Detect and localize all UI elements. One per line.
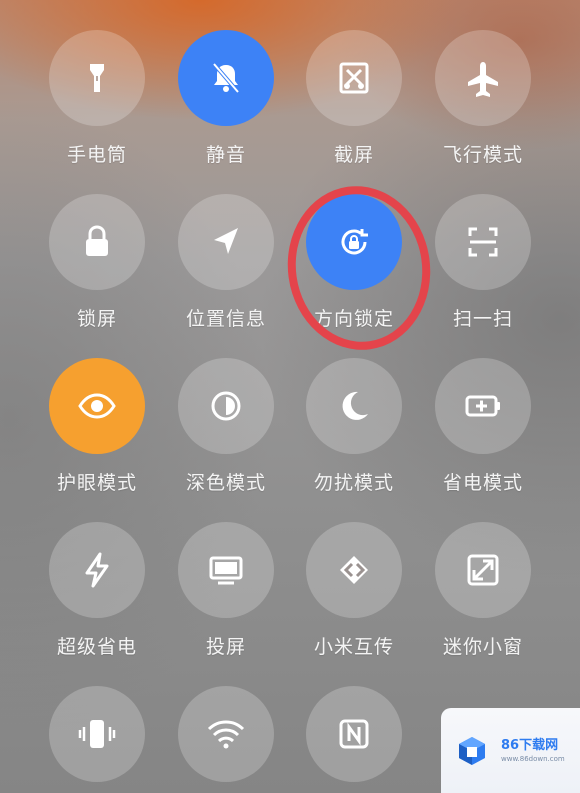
tile-label: 位置信息 [185, 308, 266, 330]
mute-button[interactable] [178, 30, 274, 126]
tile-eye-care[interactable]: 护眼模式 [37, 358, 157, 495]
tile-cast[interactable]: 投屏 [166, 522, 286, 659]
watermark-title: 86下载网 [501, 737, 559, 753]
dnd-button[interactable] [306, 358, 402, 454]
tile-vibrate[interactable] [37, 686, 157, 782]
eye-icon [75, 384, 119, 428]
tile-nfc[interactable] [294, 686, 414, 782]
tile-ultra-saver[interactable]: 超级省电 [37, 522, 157, 659]
tile-label: 扫一扫 [452, 308, 513, 330]
tile-airplane[interactable]: 飞行模式 [423, 30, 543, 167]
contrast-icon [204, 384, 248, 428]
tile-scan[interactable]: 扫一扫 [423, 194, 543, 331]
mi-share-icon [332, 548, 376, 592]
tile-label: 省电模式 [442, 472, 523, 494]
lightning-icon [75, 548, 119, 592]
watermark: 86下载网 www.86down.com [441, 708, 580, 793]
tile-screenshot[interactable]: 截屏 [294, 30, 414, 167]
airplane-icon [461, 56, 505, 100]
tile-location[interactable]: 位置信息 [166, 194, 286, 331]
mini-window-button[interactable] [435, 522, 531, 618]
location-button[interactable] [178, 194, 274, 290]
mini-window-icon [461, 548, 505, 592]
tile-flashlight[interactable]: 手电筒 [37, 30, 157, 167]
tile-dark-mode[interactable]: 深色模式 [166, 358, 286, 495]
location-arrow-icon [204, 220, 248, 264]
tile-battery-saver[interactable]: 省电模式 [423, 358, 543, 495]
tile-mini-window[interactable]: 迷你小窗 [423, 522, 543, 659]
tile-label: 超级省电 [56, 636, 137, 658]
tile-label: 护眼模式 [56, 472, 137, 494]
scan-button[interactable] [435, 194, 531, 290]
nfc-button[interactable] [306, 686, 402, 782]
monitor-icon [204, 548, 248, 592]
lock-screen-button[interactable] [49, 194, 145, 290]
wifi-icon [204, 712, 248, 756]
tile-label: 投屏 [205, 636, 246, 658]
tile-label: 小米互传 [313, 636, 394, 658]
tile-label: 飞行模式 [442, 144, 523, 166]
tile-mi-share[interactable]: 小米互传 [294, 522, 414, 659]
tile-mute[interactable]: 静音 [166, 30, 286, 167]
tile-wifi[interactable] [166, 686, 286, 782]
screenshot-scissors-icon [332, 56, 376, 100]
battery-saver-button[interactable] [435, 358, 531, 454]
wifi-button[interactable] [178, 686, 274, 782]
battery-saver-icon [461, 384, 505, 428]
lock-icon [75, 220, 119, 264]
cast-button[interactable] [178, 522, 274, 618]
tile-label: 锁屏 [76, 308, 117, 330]
flashlight-button[interactable] [49, 30, 145, 126]
airplane-button[interactable] [435, 30, 531, 126]
cube-logo-icon [455, 734, 489, 768]
scan-icon [461, 220, 505, 264]
flashlight-icon [75, 56, 119, 100]
mi-share-button[interactable] [306, 522, 402, 618]
moon-icon [332, 384, 376, 428]
vibrate-button[interactable] [49, 686, 145, 782]
eye-care-button[interactable] [49, 358, 145, 454]
tile-label: 迷你小窗 [442, 636, 523, 658]
tile-lock-screen[interactable]: 锁屏 [37, 194, 157, 331]
tile-label: 静音 [205, 144, 246, 166]
tile-label: 截屏 [333, 144, 374, 166]
watermark-subtitle: www.86down.com [501, 754, 565, 763]
nfc-icon [332, 712, 376, 756]
tile-label: 手电筒 [66, 144, 127, 166]
ultra-saver-button[interactable] [49, 522, 145, 618]
tile-label: 深色模式 [185, 472, 266, 494]
mute-bell-icon [204, 56, 248, 100]
dark-mode-button[interactable] [178, 358, 274, 454]
vibrate-icon [75, 712, 119, 756]
screenshot-button[interactable] [306, 30, 402, 126]
tile-dnd[interactable]: 勿扰模式 [294, 358, 414, 495]
tile-label: 勿扰模式 [313, 472, 394, 494]
